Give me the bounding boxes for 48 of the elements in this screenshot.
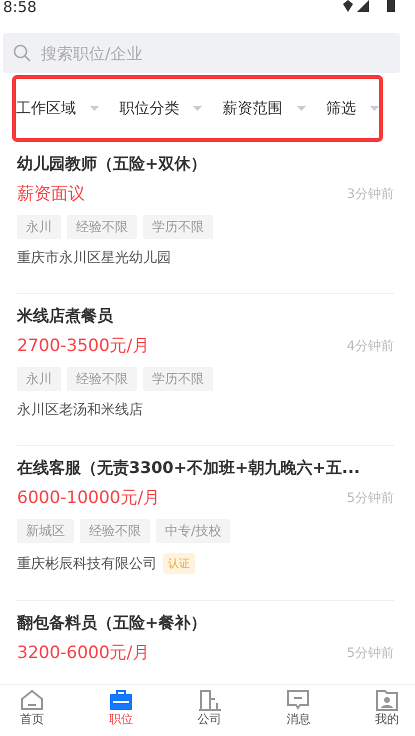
verified-badge: 认证 xyxy=(163,553,195,574)
search-icon xyxy=(13,44,31,62)
job-title[interactable]: 幼儿园教师（五险+双休） xyxy=(17,152,394,176)
job-tag: 永川 xyxy=(17,215,61,239)
job-title[interactable]: 翻包备料员（五险+餐补） xyxy=(17,611,394,635)
job-tag: 经验不限 xyxy=(67,367,137,391)
message-icon xyxy=(286,689,310,711)
battery-icon xyxy=(387,0,395,12)
job-title[interactable]: 米线店煮餐员 xyxy=(17,304,394,328)
job-tag: 学历不限 xyxy=(143,215,213,239)
job-tag: 经验不限 xyxy=(80,519,150,543)
nav-tab[interactable]: 首页 xyxy=(14,685,50,736)
filter-dropdown[interactable]: 薪资范围 xyxy=(222,99,306,118)
company-name: 重庆彬辰科技有限公司 xyxy=(17,554,157,572)
filter-dropdown[interactable]: 职位分类 xyxy=(119,99,202,118)
profile-icon xyxy=(375,689,399,711)
caret-icon xyxy=(90,106,99,111)
job-tag: 永川 xyxy=(17,367,61,391)
salary: 薪资面议 xyxy=(17,183,85,205)
briefcase-icon xyxy=(108,689,133,711)
post-time: 3分钟前 xyxy=(346,186,394,202)
search-field[interactable]: 搜索职位/企业 xyxy=(3,33,400,73)
caret-icon xyxy=(296,106,306,111)
home-icon xyxy=(20,689,44,711)
post-time: 5分钟前 xyxy=(346,490,394,506)
nav-tab[interactable]: 职位 xyxy=(102,685,139,736)
nav-tab[interactable]: 消息 xyxy=(280,685,316,736)
post-time: 5分钟前 xyxy=(346,644,394,662)
caret-icon xyxy=(193,106,202,111)
job-tag: 中专/技校 xyxy=(156,519,230,543)
nav-tab[interactable]: 公司 xyxy=(192,685,228,736)
salary: 6000-10000元/月 xyxy=(17,487,160,509)
filter-dropdown[interactable]: 筛选 xyxy=(326,99,379,118)
company-name: 重庆市永川区星光幼儿园 xyxy=(17,249,171,267)
post-time: 4分钟前 xyxy=(346,338,394,354)
job-title[interactable]: 在线客服（无责3300+不加班+朝九晚六+五... xyxy=(17,456,394,480)
filter-dropdown[interactable]: 工作区域 xyxy=(16,99,99,118)
status-time: 8:58 xyxy=(3,0,37,15)
company-name: 永川区老汤和米线店 xyxy=(17,401,143,419)
caret-icon xyxy=(370,106,379,111)
nav-tab[interactable]: 我的 xyxy=(369,685,405,736)
search-input[interactable]: 搜索职位/企业 xyxy=(39,42,339,64)
job-tag: 学历不限 xyxy=(143,367,213,391)
job-tag: 经验不限 xyxy=(67,215,137,239)
salary: 3200-6000元/月 xyxy=(17,642,150,664)
salary: 2700-3500元/月 xyxy=(17,335,150,357)
building-icon xyxy=(198,689,222,711)
job-tag: 新城区 xyxy=(17,519,74,543)
